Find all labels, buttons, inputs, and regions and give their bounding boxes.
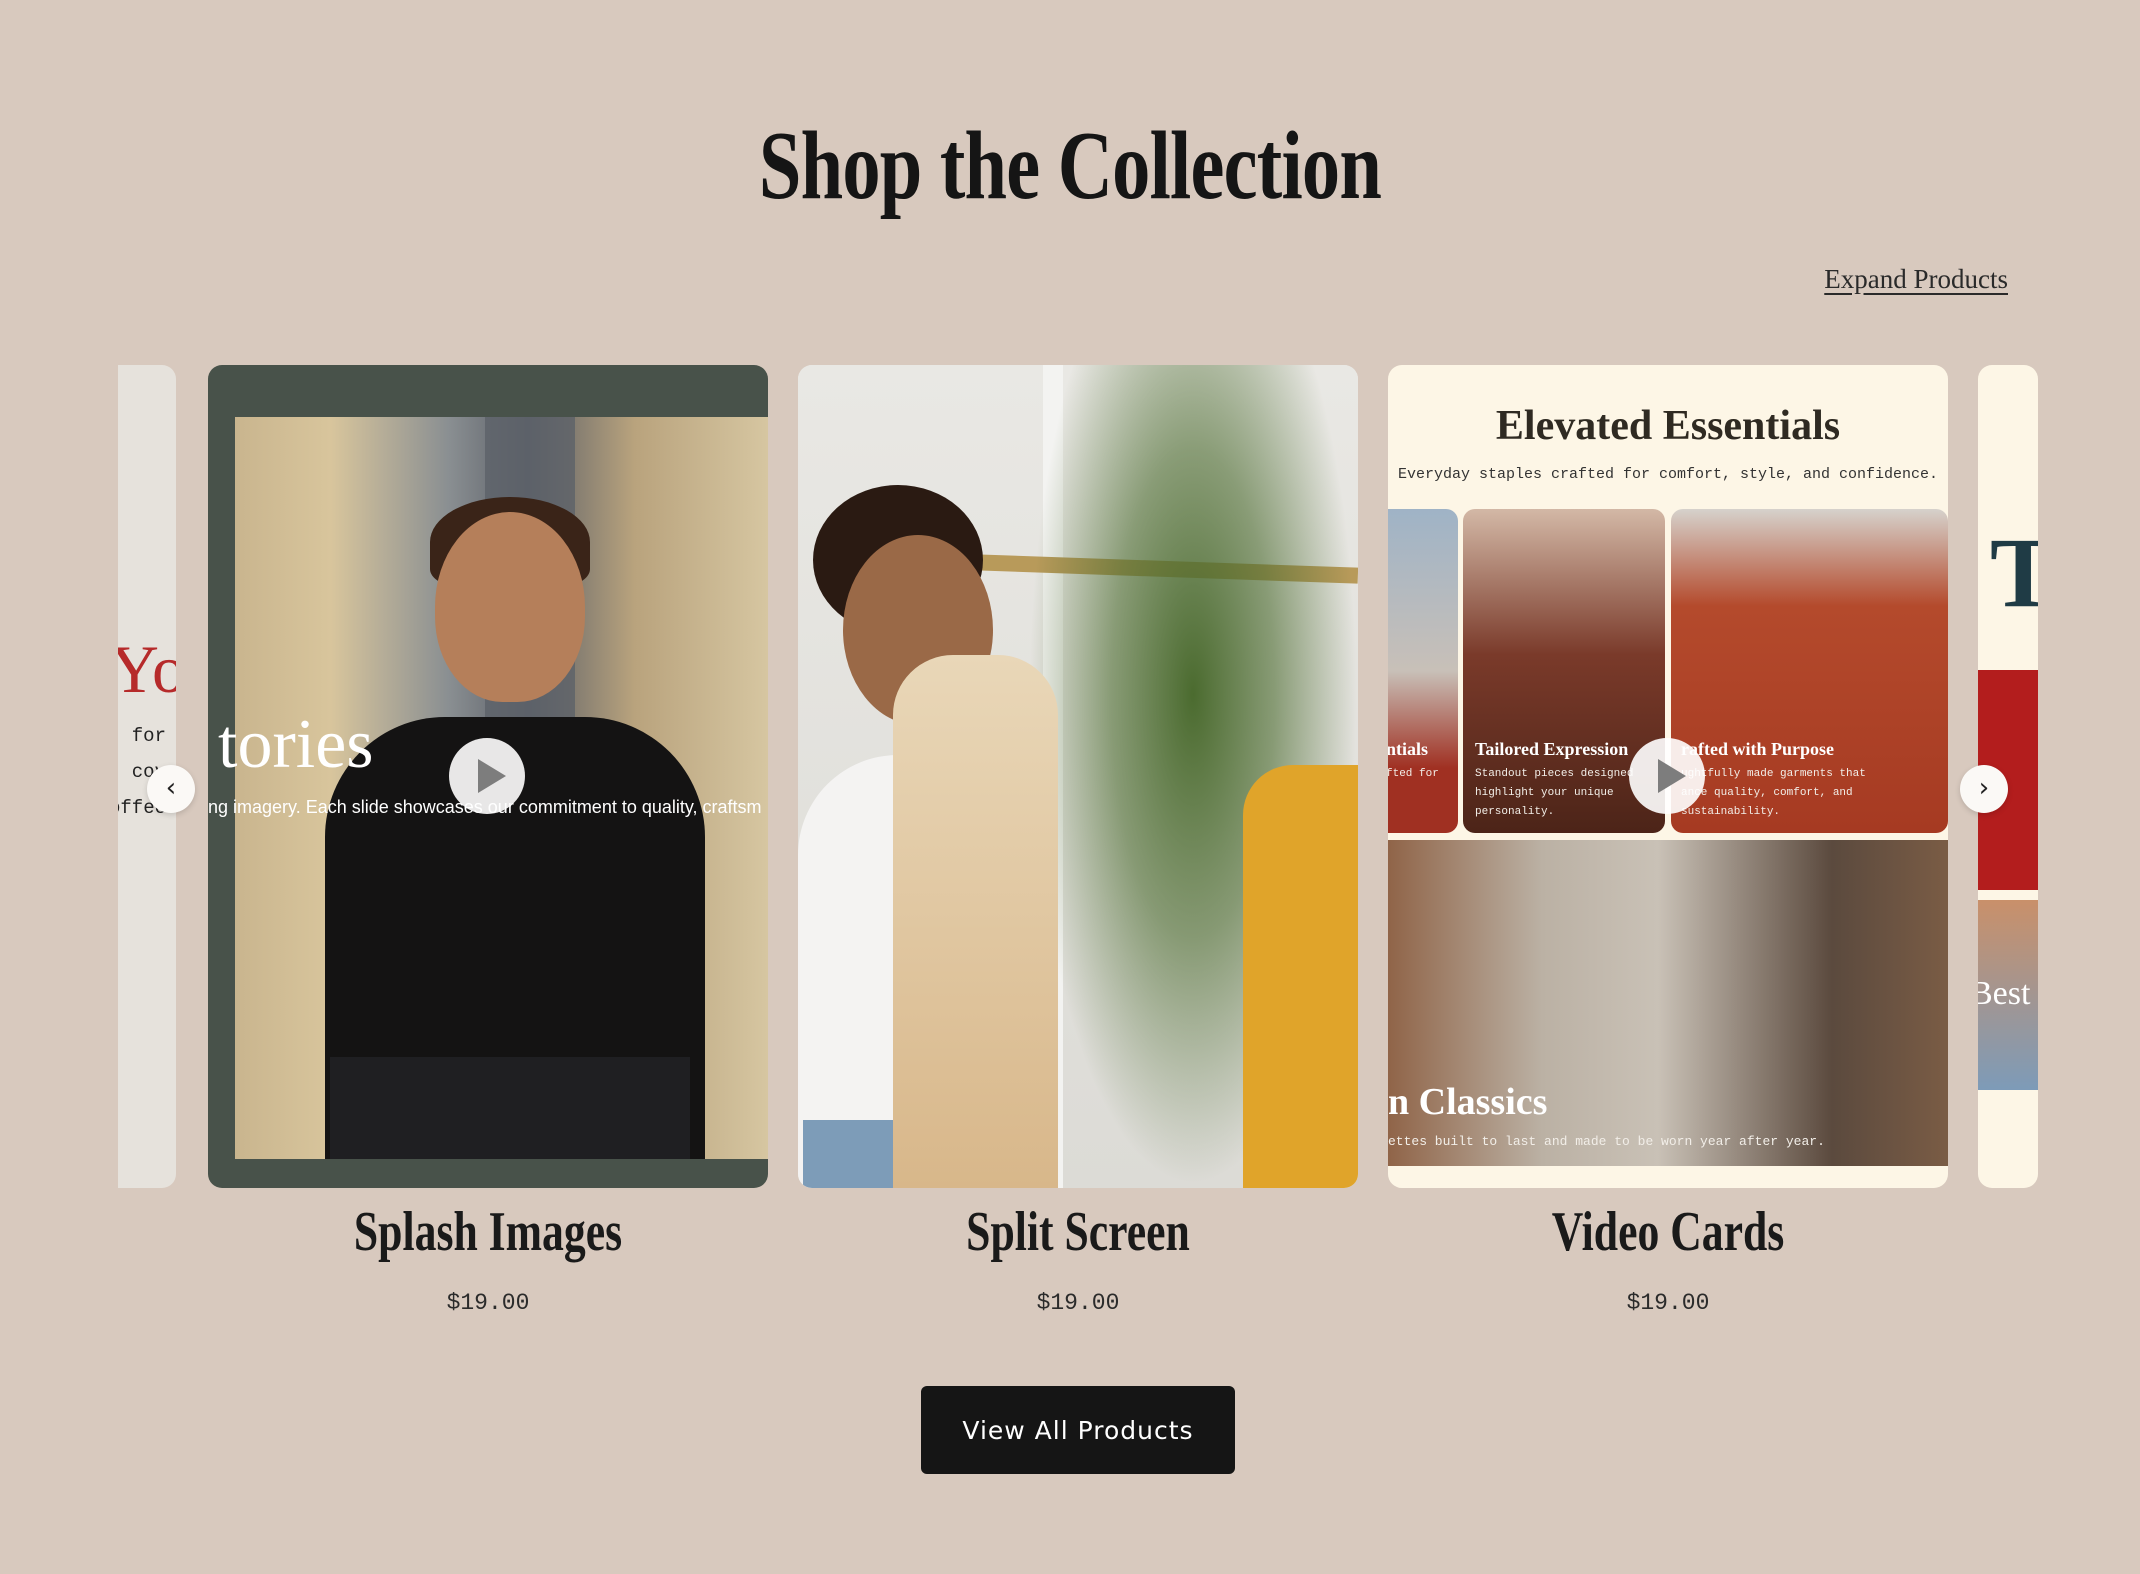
- video-tile-body-line: ance quality, comfort, and: [1681, 787, 1853, 799]
- video-tile-title: n Classics: [1388, 1081, 1548, 1123]
- product-carousel: Yo for cov offee tories ng imagery. Each…: [118, 365, 2038, 1188]
- product-name[interactable]: Splash Images: [270, 1200, 707, 1264]
- video-tile-body-line: highlight your unique: [1475, 787, 1614, 799]
- video-tile-body: ettes built to last and made to be worn …: [1388, 1134, 1825, 1149]
- video-preview-subheading: Everyday staples crafted for comfort, st…: [1397, 466, 1939, 483]
- product-card-splash-images[interactable]: tories ng imagery. Each slide showcases …: [208, 365, 768, 1188]
- chevron-left-icon[interactable]: ‹: [147, 765, 195, 813]
- expand-products-link[interactable]: Expand Products: [1824, 264, 2008, 295]
- section-title: Shop the Collection: [758, 112, 1382, 220]
- play-icon[interactable]: [1629, 738, 1705, 814]
- video-tile-title: Tailored Expression: [1475, 739, 1629, 759]
- peek-right-heading: T: [1990, 517, 2038, 628]
- peek-left-heading: Yo: [118, 631, 176, 707]
- product-name[interactable]: Split Screen: [860, 1200, 1297, 1264]
- video-tile-body-line: sustainability.: [1681, 806, 1781, 818]
- product-card-video-cards[interactable]: Elevated Essentials Everyday staples cra…: [1388, 365, 1948, 1188]
- video-tile-title: ntials: [1388, 739, 1429, 759]
- product-price: $19.00: [1036, 1290, 1120, 1316]
- play-icon[interactable]: [449, 738, 525, 814]
- chevron-right-icon[interactable]: ›: [1960, 765, 2008, 813]
- video-tile-body: fted for: [1388, 768, 1439, 780]
- view-all-products-button[interactable]: View All Products: [921, 1386, 1235, 1474]
- video-tile: rafted with Purpose ughtfully made garme…: [1671, 509, 1948, 833]
- splash-overlay-title: tories: [218, 706, 374, 783]
- product-price: $19.00: [446, 1290, 530, 1316]
- video-tile-wide: n Classics ettes built to last and made …: [1388, 840, 1948, 1166]
- peek-right-label: Best: [1978, 975, 2031, 1012]
- video-tile-body-line: personality.: [1475, 806, 1555, 818]
- video-tile-body-line: Standout pieces designed: [1475, 768, 1634, 780]
- product-price: $19.00: [1626, 1290, 1710, 1316]
- video-preview-heading: Elevated Essentials: [1495, 403, 1841, 449]
- video-tile-title: rafted with Purpose: [1681, 739, 1834, 759]
- peek-left-line: for: [131, 725, 166, 747]
- video-tile: ntials fted for: [1388, 509, 1458, 833]
- product-name[interactable]: Video Cards: [1450, 1200, 1887, 1264]
- product-card-split-screen[interactable]: [798, 365, 1358, 1188]
- video-tile-body-line: ughtfully made garments that: [1681, 768, 1866, 780]
